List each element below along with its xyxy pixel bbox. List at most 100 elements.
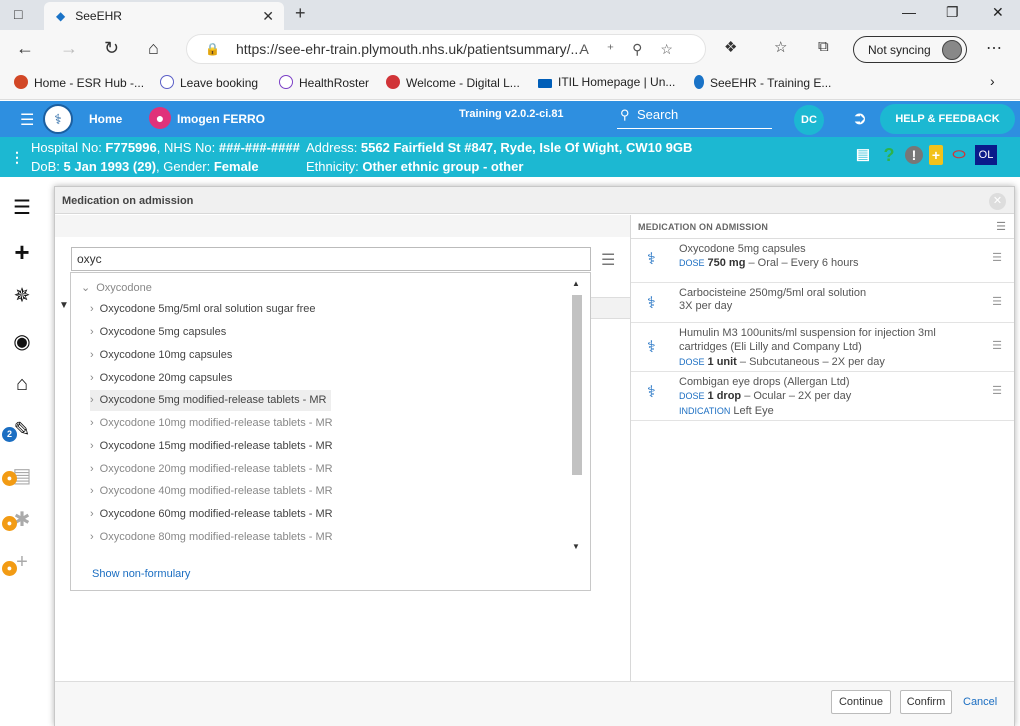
favorite-itil-homepage[interactable]: ITIL Homepage | Un... <box>538 75 675 89</box>
user-avatar[interactable]: DC <box>794 105 824 135</box>
refresh-icon[interactable]: ↻ <box>104 38 119 59</box>
new-tab-icon[interactable]: + <box>295 3 306 24</box>
medication-search-input[interactable]: oxyc <box>71 247 591 271</box>
result-item[interactable]: › Oxycodone 5mg/5ml oral solution sugar f… <box>90 299 316 320</box>
patient-female-icon: ● <box>149 107 171 129</box>
medication-item[interactable]: ⚕ Carbocisteine 250mg/5ml oral solution … <box>631 283 1014 323</box>
bed-icon[interactable]: ▤ <box>853 145 873 165</box>
chevron-right-icon: › <box>90 349 94 361</box>
ol-badge[interactable]: OL <box>975 145 997 165</box>
result-item[interactable]: › Oxycodone 40mg modified-release tablets… <box>90 481 333 502</box>
medication-item[interactable]: ⚕ Humulin M3 100units/ml suspension for … <box>631 323 1014 372</box>
home-plus-icon[interactable]: ⌂ <box>0 373 44 413</box>
results-scrollbar[interactable]: ▲ ▼ <box>571 279 583 554</box>
seeehr-bookmark-icon <box>694 75 704 89</box>
result-item[interactable]: › Oxycodone 10mg modified-release tablets… <box>90 413 333 434</box>
lock-icon: 🔒 <box>205 42 220 56</box>
result-item[interactable]: › Oxycodone 20mg capsules <box>90 368 232 389</box>
favorites-more-icon[interactable]: › <box>990 73 995 89</box>
result-group-header[interactable]: ⌄ Oxycodone <box>81 281 152 294</box>
address-line: Address: 5562 Fairfield St #847, Ryde, I… <box>306 140 693 155</box>
question-icon[interactable]: ? <box>879 145 899 165</box>
stethoscope-icon[interactable]: ✵ <box>0 283 44 323</box>
medication-item-menu-icon[interactable]: ☰ <box>992 384 1002 397</box>
medication-item-menu-icon[interactable]: ☰ <box>992 251 1002 264</box>
result-item[interactable]: › Oxycodone 10mg capsules <box>90 345 232 366</box>
result-item[interactable]: › Oxycodone 5mg capsules <box>90 322 226 343</box>
profile-sync-button[interactable]: Not syncing <box>853 36 967 63</box>
hamburger-menu-icon[interactable]: ☰ <box>20 110 34 130</box>
medication-item-menu-icon[interactable]: ☰ <box>992 295 1002 308</box>
minimize-icon[interactable]: — <box>902 4 916 20</box>
scroll-thumb[interactable] <box>572 295 582 475</box>
favorite-esr-hub[interactable]: Home - ESR Hub -... <box>14 75 144 90</box>
seeehr-logo-icon[interactable]: ⚕ <box>43 104 73 134</box>
result-item[interactable]: › Oxycodone 15mg modified-release tablets… <box>90 436 333 457</box>
favorite-leave-booking[interactable]: Leave booking <box>160 75 258 90</box>
scroll-down-icon[interactable]: ▼ <box>572 542 580 551</box>
lock-icon: ● <box>2 561 17 576</box>
list-options-icon[interactable]: ☰ <box>601 250 615 270</box>
chevron-right-icon: › <box>90 372 94 384</box>
result-item[interactable]: › Oxycodone 60mg modified-release tablets… <box>90 504 333 525</box>
welcome-favicon-icon <box>386 75 400 89</box>
logout-icon[interactable]: ➲ <box>852 108 867 129</box>
search-results-dropdown: ⌄ Oxycodone › Oxycodone 5mg/5ml oral solut… <box>70 272 591 591</box>
modal-footer: Continue Confirm Cancel <box>55 681 1014 726</box>
show-non-formulary-link[interactable]: Show non-formulary <box>92 568 190 580</box>
chevron-down-icon: ⌄ <box>81 282 91 294</box>
favorite-seeehr-training[interactable]: SeeEHR - Training E... <box>694 75 831 90</box>
cancel-button[interactable]: Cancel <box>963 696 997 708</box>
result-item[interactable]: › Oxycodone 5mg modified-release tablets … <box>90 390 331 411</box>
more-menu-icon[interactable]: ⋯ <box>986 38 1002 58</box>
medication-item-menu-icon[interactable]: ☰ <box>992 339 1002 352</box>
home-icon[interactable]: ⌂ <box>148 38 159 59</box>
url-action-icons[interactable]: A⁺⚲☆ <box>579 41 691 58</box>
back-icon[interactable]: ← <box>16 38 34 59</box>
url-input[interactable]: 🔒 https://see-ehr-train.plymouth.nhs.uk/… <box>186 34 706 64</box>
home-link[interactable]: Home <box>89 112 122 126</box>
chevron-right-icon: › <box>90 508 94 520</box>
continue-button[interactable]: Continue <box>831 690 891 714</box>
browser-tab[interactable]: ◆ SeeEHR ✕ <box>44 2 284 30</box>
add-icon[interactable]: + <box>0 237 44 277</box>
medication-icon: ⚕ <box>647 339 656 356</box>
patient-name[interactable]: Imogen FERRO <box>177 112 265 126</box>
restore-icon[interactable]: ❐ <box>946 4 959 21</box>
favorite-healthroster[interactable]: HealthRoster <box>279 75 369 90</box>
tab-actions-icon[interactable]: □ <box>14 6 22 22</box>
extensions-icon[interactable]: ❖ <box>724 38 737 56</box>
confirm-button[interactable]: Confirm <box>900 690 952 714</box>
favorites-icon[interactable]: ☆ <box>774 38 787 56</box>
collapse-caret-icon[interactable]: ▼ <box>59 300 69 311</box>
forward-icon[interactable]: → <box>60 38 78 59</box>
window-close-icon[interactable]: ✕ <box>992 4 1004 21</box>
help-feedback-button[interactable]: HELP & FEEDBACK <box>880 104 1015 134</box>
medication-item[interactable]: ⚕ Oxycodone 5mg capsules DOSE 750 mg – Or… <box>631 239 1014 283</box>
medication-icon: ⚕ <box>647 251 656 268</box>
chevron-right-icon: › <box>90 326 94 338</box>
medication-frequency: 3X per day <box>679 300 733 312</box>
medication-name: Carbocisteine 250mg/5ml oral solution <box>679 287 867 299</box>
pill-icon[interactable]: ⬭ <box>949 145 969 165</box>
warning-icon[interactable]: ! <box>905 146 923 164</box>
list-icon[interactable]: ☰ <box>0 195 44 235</box>
collections-icon[interactable]: ⧉ <box>818 38 829 55</box>
medication-list-menu-icon[interactable]: ☰ <box>996 220 1006 233</box>
favorite-welcome-digital[interactable]: Welcome - Digital L... <box>386 75 520 90</box>
ethnicity-line: Ethnicity: Other ethnic group - other <box>306 159 524 174</box>
app-search[interactable]: ⚲ Search <box>617 104 772 129</box>
scroll-up-icon[interactable]: ▲ <box>572 279 580 288</box>
chevron-right-icon: › <box>90 531 94 543</box>
medication-item[interactable]: ⚕ Combigan eye drops (Allergan Ltd) DOSE… <box>631 372 1014 421</box>
result-item[interactable]: › Oxycodone 80mg modified-release tablets… <box>90 527 333 548</box>
camera-icon[interactable]: ◉ <box>0 329 44 369</box>
clipboard-icon[interactable]: + <box>929 145 943 165</box>
demographics-menu-icon[interactable]: ⋮ <box>10 149 24 166</box>
tab-close-icon[interactable]: ✕ <box>262 8 274 25</box>
sidebar-count-badge: 2 <box>2 427 17 442</box>
result-item[interactable]: › Oxycodone 20mg modified-release tablets… <box>90 459 333 480</box>
sync-label: Not syncing <box>868 42 931 57</box>
version-label: Training v2.0.2-ci.81 <box>459 108 564 120</box>
modal-close-icon[interactable]: ✕ <box>989 193 1006 210</box>
